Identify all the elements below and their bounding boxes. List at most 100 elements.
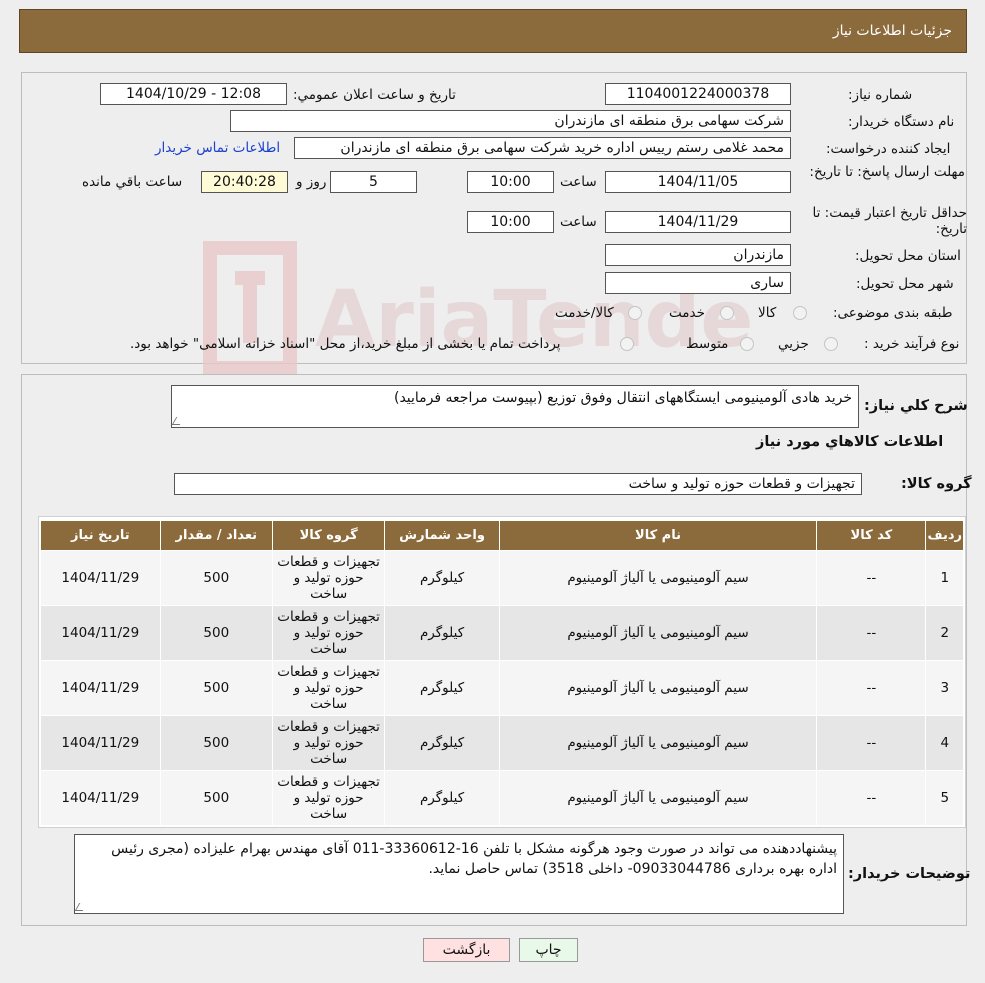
buyer-contact-link[interactable]: اطلاعات تماس خريدار [155, 140, 280, 156]
cell-unit: کیلوگرم [384, 605, 500, 661]
items-table: رديف کد کالا نام کالا واحد شمارش گروه کا… [40, 520, 964, 826]
cell-unit: کیلوگرم [384, 660, 500, 716]
cell-unit: کیلوگرم [384, 715, 500, 771]
goods-group-label: گروه کالا: [901, 476, 972, 492]
need-number-field: 1104001224000378 [605, 83, 791, 105]
creator-label: ايجاد کننده درخواست: [826, 141, 951, 157]
category-goods-service-label: کالا/خدمت [555, 305, 614, 321]
process-note: پرداخت تمام يا بخشی از مبلغ خريد،از محل … [130, 336, 561, 352]
col-header-code: کد کالا [816, 520, 927, 551]
process-treasury-checkbox[interactable] [620, 337, 634, 351]
goods-group-field: تجهیزات و قطعات حوزه تولید و ساخت [174, 473, 862, 495]
cell-date: 1404/11/29 [40, 605, 161, 661]
need-number-label: شماره نیاز: [848, 87, 913, 103]
col-header-unit: واحد شمارش [384, 520, 500, 551]
cell-code: -- [816, 660, 927, 716]
category-label: طبقه بندی موضوعی: [833, 305, 953, 321]
back-button[interactable]: بازگشت [423, 938, 510, 962]
cell-quantity: 500 [159, 715, 273, 771]
process-medium-label: متوسط [686, 336, 729, 352]
city-label: شهر محل تحويل: [856, 276, 954, 292]
announce-label: تاریخ و ساعت اعلان عمومي: [293, 87, 456, 103]
cell-name: سیم آلومینیومی یا آلیاژ آلومینیوم [498, 605, 818, 661]
cell-group: تجهيزات و قطعات حوزه توليد و ساخت [271, 605, 386, 661]
process-minor-radio[interactable] [824, 337, 838, 351]
print-button[interactable]: چاپ [519, 938, 578, 962]
remaining-label: ساعت باقي مانده [82, 174, 183, 190]
days-label: روز و [296, 174, 327, 190]
summary-text: خرید هادی آلومینیومی ایستگاههای انتقال و… [393, 390, 852, 406]
validity-time-field: 10:00 [467, 211, 554, 233]
table-row: 3 -- سیم آلومینیومی یا آلیاژ آلومینیوم ک… [40, 660, 964, 716]
cell-quantity: 500 [159, 550, 273, 606]
category-goods-service-radio[interactable] [628, 306, 642, 320]
cell-date: 1404/11/29 [40, 715, 161, 771]
col-header-name: نام کالا [498, 520, 818, 551]
cell-date: 1404/11/29 [40, 770, 161, 826]
cell-row-number: 3 [925, 660, 964, 716]
cell-group: تجهيزات و قطعات حوزه توليد و ساخت [271, 550, 386, 606]
resize-handle-icon[interactable] [171, 417, 185, 425]
cell-code: -- [816, 550, 927, 606]
category-goods-radio[interactable] [793, 306, 807, 320]
summary-textarea: خرید هادی آلومینیومی ایستگاههای انتقال و… [171, 385, 859, 428]
resize-handle-icon[interactable] [74, 903, 88, 911]
days-field: 5 [330, 171, 417, 193]
cell-name: سیم آلومینیومی یا آلیاژ آلومینیوم [498, 550, 818, 606]
cell-date: 1404/11/29 [40, 550, 161, 606]
process-medium-radio[interactable] [740, 337, 754, 351]
buyer-notes-text: پیشنهاددهنده می تواند در صورت وجود هرگون… [111, 841, 837, 877]
cell-code: -- [816, 715, 927, 771]
province-label: استان محل تحويل: [855, 248, 961, 264]
cell-row-number: 2 [925, 605, 964, 661]
province-field: مازندران [605, 244, 791, 266]
cell-quantity: 500 [159, 770, 273, 826]
announce-field: 1404/10/29 - 12:08 [100, 83, 287, 105]
col-header-date: تاريخ نياز [40, 520, 161, 551]
city-field: ساری [605, 272, 791, 294]
buyer-notes-textarea: پیشنهاددهنده می تواند در صورت وجود هرگون… [74, 834, 844, 914]
buyer-org-label: نام دستگاه خريدار: [848, 114, 955, 130]
cell-quantity: 500 [159, 605, 273, 661]
cell-group: تجهيزات و قطعات حوزه توليد و ساخت [271, 715, 386, 771]
buyer-notes-label: توضيحات خريدار: [848, 866, 971, 882]
category-service-label: خدمت [669, 305, 705, 321]
reply-time-label: ساعت [560, 174, 597, 190]
summary-label: شرح کلي نياز: [864, 398, 968, 414]
table-row: 5 -- سیم آلومینیومی یا آلیاژ آلومینیوم ک… [40, 770, 964, 826]
cell-name: سیم آلومینیومی یا آلیاژ آلومینیوم [498, 660, 818, 716]
cell-unit: کیلوگرم [384, 550, 500, 606]
col-header-quantity: تعداد / مقدار [159, 520, 273, 551]
reply-time-field: 10:00 [467, 171, 554, 193]
cell-row-number: 5 [925, 770, 964, 826]
goods-info-title: اطلاعات کالاهاي مورد نياز [756, 434, 944, 450]
buyer-org-field: شرکت سهامی برق منطقه ای مازندران [230, 110, 791, 132]
page-title: جزئیات اطلاعات نیاز [832, 23, 952, 39]
creator-field: محمد غلامی رستم رییس اداره خرید شرکت سها… [294, 137, 791, 159]
validity-time-label: ساعت [560, 214, 597, 230]
reply-date-field: 1404/11/05 [605, 171, 791, 193]
cell-row-number: 1 [925, 550, 964, 606]
table-header-row: رديف کد کالا نام کالا واحد شمارش گروه کا… [40, 520, 964, 551]
cell-date: 1404/11/29 [40, 660, 161, 716]
reply-deadline-label: مهلت ارسال پاسخ: تا تاريخ: [809, 164, 965, 180]
cell-code: -- [816, 605, 927, 661]
cell-group: تجهيزات و قطعات حوزه توليد و ساخت [271, 660, 386, 716]
process-label: نوع فرآيند خريد : [864, 336, 960, 352]
cell-code: -- [816, 770, 927, 826]
cell-quantity: 500 [159, 660, 273, 716]
cell-group: تجهيزات و قطعات حوزه توليد و ساخت [271, 770, 386, 826]
price-validity-label: حداقل تاريخ اعتبار قيمت: تا تاريخ: [812, 205, 967, 237]
table-row: 2 -- سیم آلومینیومی یا آلیاژ آلومینیوم ک… [40, 605, 964, 661]
table-row: 4 -- سیم آلومینیومی یا آلیاژ آلومینیوم ک… [40, 715, 964, 771]
col-header-row-number: رديف [925, 520, 964, 551]
validity-date-field: 1404/11/29 [605, 211, 791, 233]
cell-name: سیم آلومینیومی یا آلیاژ آلومینیوم [498, 715, 818, 771]
cell-name: سیم آلومینیومی یا آلیاژ آلومینیوم [498, 770, 818, 826]
category-service-radio[interactable] [720, 306, 734, 320]
cell-row-number: 4 [925, 715, 964, 771]
category-goods-label: کالا [758, 305, 777, 321]
remaining-time-field: 20:40:28 [201, 171, 288, 193]
cell-unit: کیلوگرم [384, 770, 500, 826]
table-row: 1 -- سیم آلومینیومی یا آلیاژ آلومینیوم ک… [40, 550, 964, 606]
